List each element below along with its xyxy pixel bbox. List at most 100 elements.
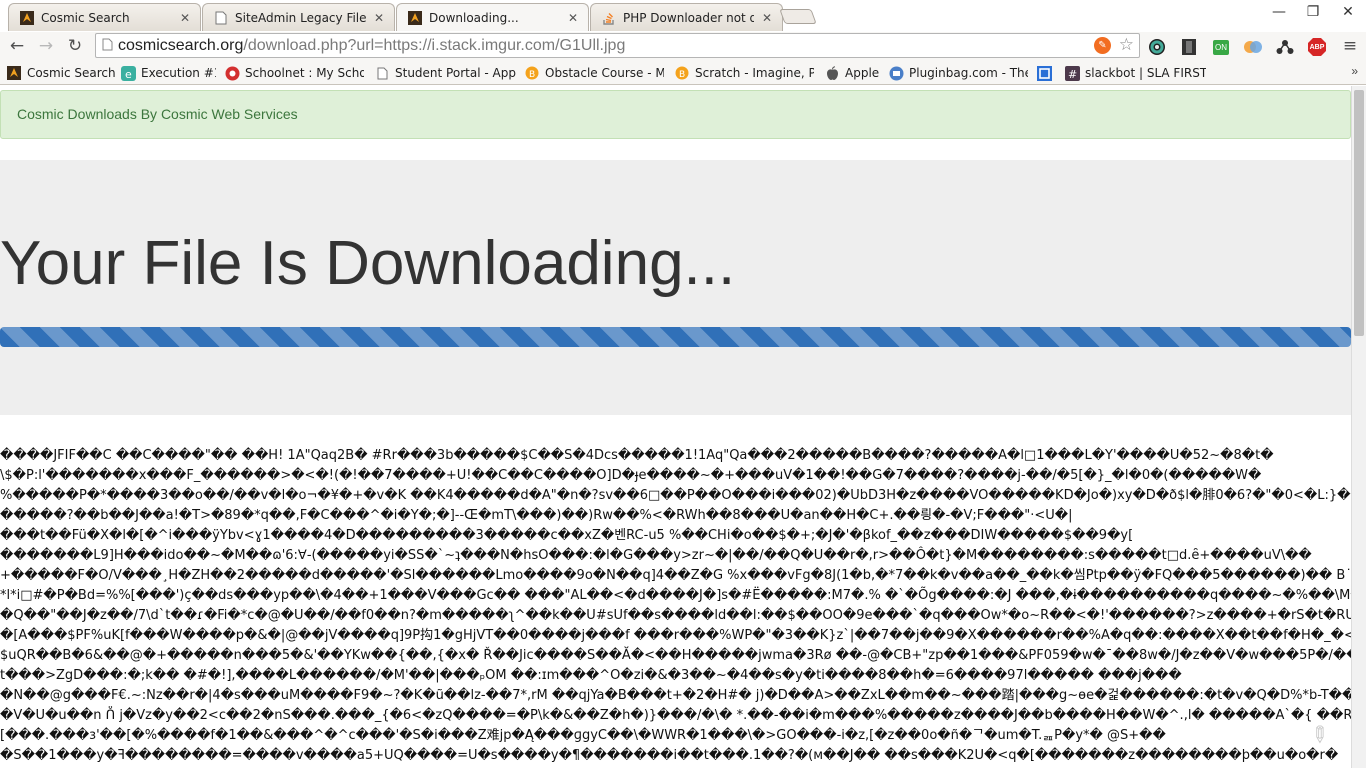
- stackoverflow-icon: [601, 10, 617, 26]
- page-icon: [96, 38, 118, 54]
- back-button[interactable]: ←: [5, 34, 29, 58]
- bookmark-label: Pluginbag.com - The l: [909, 66, 1028, 80]
- svg-text:B: B: [679, 70, 685, 80]
- page-scrollbar[interactable]: [1351, 86, 1366, 768]
- binary-output: ����JFIF��C ��C����"�� ��H! 1A"Qaq2B� #R…: [0, 446, 1351, 766]
- scrollbar-thumb[interactable]: [1354, 90, 1364, 336]
- tab-php-downloader[interactable]: PHP Downloader not dow ✕: [590, 3, 783, 31]
- network-icon[interactable]: [1275, 37, 1295, 57]
- binary-output-line: %�����P�*����3��o��/��v�l�o¬�¥�+�v�K ��K…: [0, 488, 1351, 503]
- binary-output-line: *l*i□#�P�Bd=%%[���')ç��ds���yp��\�4��+1�…: [0, 588, 1351, 603]
- page-title: Your File Is Downloading...: [0, 229, 736, 298]
- bookmark-label: Execution #1: [141, 66, 216, 80]
- d-badge-icon: [1036, 65, 1052, 81]
- binary-output-line: �����?��b��J��a!�T>�89�*q��,F�C���^�i�Y�…: [0, 508, 1073, 523]
- bookmark-obstacle-course[interactable]: B Obstacle Course - Mak: [524, 64, 664, 82]
- cosmic-logo-icon: [19, 10, 35, 26]
- reload-button[interactable]: ↻: [63, 34, 87, 58]
- binary-output-line: ���t��Fü�X�l�[�^i���ÿYbv<ɣ1����4�D������…: [0, 528, 1134, 543]
- bubbles-icon[interactable]: [1243, 37, 1263, 57]
- tab-cosmic-search[interactable]: Cosmic Search ✕: [8, 3, 201, 31]
- page-icon: [374, 65, 390, 81]
- bookmark-execution[interactable]: e Execution #1: [120, 64, 216, 82]
- apple-icon: [824, 65, 840, 81]
- forward-button[interactable]: →: [34, 34, 58, 58]
- bookmark-d[interactable]: [1036, 64, 1056, 82]
- bookmark-scratch[interactable]: B Scratch - Imagine, Pro: [674, 64, 814, 82]
- bookmark-label: Cosmic Search: [27, 66, 116, 80]
- page-icon: [213, 10, 229, 26]
- download-progress-bar: [0, 327, 1351, 347]
- binary-output-line: �N��@g���F€.~:Nz��r�|4�s���uM����F9�~?�K…: [0, 688, 1351, 703]
- bookmark-label: Apple: [845, 66, 880, 80]
- binary-output-line: �S��1���y�ꟻ��������=����v����a5+UQ����=U…: [0, 748, 1339, 763]
- binary-output-line: \$�P:l'�������x���F_������>�<�!(�!��7���…: [0, 468, 1262, 483]
- bitcoin-icon: B: [674, 65, 690, 81]
- binary-output-line: [���.���ɜ'��[�%����f�1��&���^�^c���'�S�i…: [0, 728, 1166, 743]
- pen-extension-icon[interactable]: ✎: [1094, 37, 1111, 54]
- close-tab-icon[interactable]: ✕: [566, 11, 580, 25]
- url-text[interactable]: cosmicsearch.org/download.php?url=https:…: [118, 37, 625, 55]
- bookmark-label: Scratch - Imagine, Pro: [695, 66, 814, 80]
- bitcoin-icon: B: [524, 65, 540, 81]
- minimize-icon[interactable]: —: [1264, 4, 1294, 26]
- page-viewport: Cosmic Downloads By Cosmic Web Services …: [0, 86, 1351, 768]
- url-path: /download.php?url=https://i.stack.imgur.…: [243, 36, 626, 54]
- cosmic-logo-icon: [6, 65, 22, 81]
- success-alert: Cosmic Downloads By Cosmic Web Services: [0, 90, 1351, 139]
- browser-toolbar: ← → ↻ cosmicsearch.org/download.php?url=…: [0, 32, 1366, 61]
- svg-text:#: #: [1068, 68, 1077, 81]
- menu-icon[interactable]: ≡: [1338, 34, 1362, 58]
- tab-title: Cosmic Search: [41, 10, 130, 25]
- bookmarks-bar: Cosmic Search e Execution #1 Schoolnet :…: [0, 61, 1366, 85]
- binary-output-line: �V�U�u��n ᑍ j�Vz�y��2<c��2�nS���.���_{�6…: [0, 708, 1351, 723]
- bookmark-label: Schoolnet : My Schoo: [245, 66, 364, 80]
- bookmark-apple[interactable]: Apple: [824, 64, 882, 82]
- bookmark-student-portal[interactable]: Student Portal - Applic: [374, 64, 516, 82]
- binary-output-line: �Q��"��J�z��/7\d`t��ɾ�Fi�*c�@�U��/��f0��…: [0, 608, 1351, 623]
- restore-icon[interactable]: ❐: [1298, 4, 1328, 26]
- bookmark-cosmic-search[interactable]: Cosmic Search: [6, 64, 118, 82]
- plugin-icon: [888, 65, 904, 81]
- on-toggle-icon[interactable]: ON: [1211, 37, 1231, 57]
- bookmark-slackbot[interactable]: # slackbot | SLA FIRST S: [1064, 64, 1206, 82]
- close-window-icon[interactable]: ✕: [1333, 4, 1363, 26]
- tab-title: PHP Downloader not dow: [623, 10, 754, 25]
- svg-text:e: e: [125, 68, 132, 81]
- jumbotron: Your File Is Downloading...: [0, 160, 1351, 415]
- on-label: ON: [1213, 39, 1229, 55]
- bookmark-label: slackbot | SLA FIRST S: [1085, 66, 1206, 80]
- binary-output-line: t���>ZgD���:�;k�� �#�!],����L������/�M'�…: [0, 668, 1182, 683]
- slack-icon: #: [1064, 65, 1080, 81]
- bookmark-pluginbag[interactable]: Pluginbag.com - The l: [888, 64, 1028, 82]
- address-bar[interactable]: cosmicsearch.org/download.php?url=https:…: [95, 33, 1140, 58]
- binary-output-line: +�����F�O/V���¸H�ZH��2�����d�����'�Sl���…: [0, 568, 1351, 583]
- cosmic-logo-icon: [407, 10, 423, 26]
- adblock-icon[interactable]: ABP: [1307, 37, 1327, 57]
- bookmark-label: Student Portal - Applic: [395, 66, 516, 80]
- close-tab-icon[interactable]: ✕: [760, 11, 774, 25]
- tab-title: SiteAdmin Legacy File Ma: [235, 10, 366, 25]
- schoolnet-icon: [224, 65, 240, 81]
- close-tab-icon[interactable]: ✕: [372, 11, 386, 25]
- e-badge-icon: e: [120, 65, 136, 81]
- tab-strip: Cosmic Search ✕ SiteAdmin Legacy File Ma…: [0, 0, 1366, 32]
- new-tab-button[interactable]: [779, 9, 817, 24]
- url-host: cosmicsearch.org: [118, 36, 244, 54]
- tab-siteadmin[interactable]: SiteAdmin Legacy File Ma ✕: [202, 3, 395, 31]
- binary-output-line: ����JFIF��C ��C����"�� ��H! 1A"Qaq2B� #R…: [0, 448, 1274, 463]
- bookmark-schoolnet[interactable]: Schoolnet : My Schoo: [224, 64, 364, 82]
- binary-output-line: $uQR��B�6&��@�+�����n���5�&'��YKw��{��,{…: [0, 648, 1351, 663]
- close-tab-icon[interactable]: ✕: [178, 11, 192, 25]
- color-wheel-icon[interactable]: [1147, 37, 1167, 57]
- progress-fill: [0, 327, 1351, 347]
- adblock-label: ABP: [1309, 43, 1325, 51]
- film-strip-icon[interactable]: [1179, 37, 1199, 57]
- binary-output-line: �������L9]H���ido��~�M��ɷ'6:∀-(�����yi�S…: [0, 548, 1312, 563]
- svg-text:B: B: [529, 70, 535, 80]
- bookmarks-overflow-icon[interactable]: »: [1351, 64, 1358, 78]
- bookmark-label: Obstacle Course - Mak: [545, 66, 664, 80]
- bookmark-star-icon[interactable]: ☆: [1119, 35, 1134, 55]
- binary-output-line: �[A���$PF%uK[f���W����p�&�|@��jV����q]9P…: [0, 628, 1351, 643]
- tab-downloading[interactable]: Downloading... ✕: [396, 3, 589, 31]
